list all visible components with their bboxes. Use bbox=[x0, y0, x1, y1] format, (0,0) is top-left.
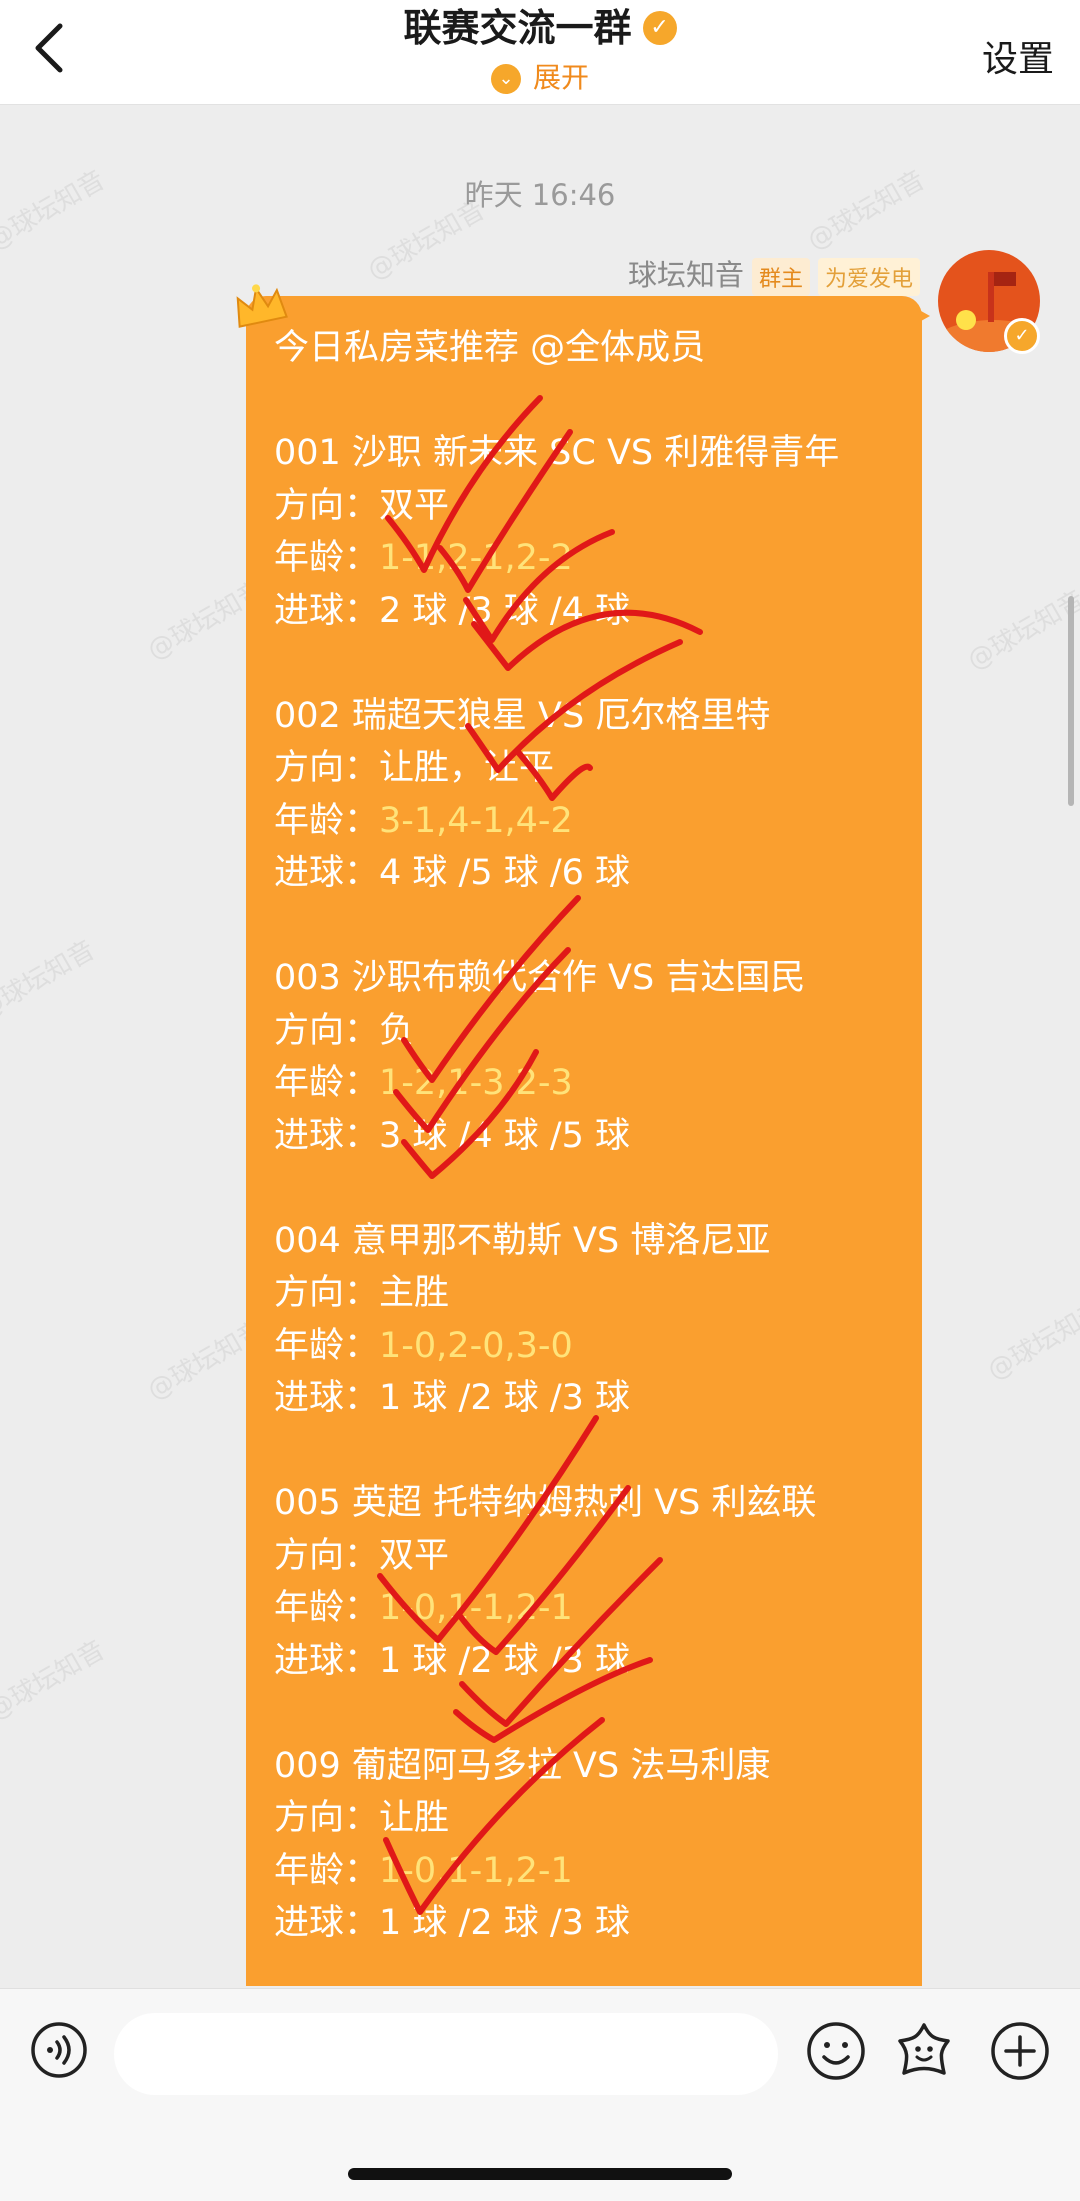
match-title: 003 沙职布赖代合作 VS 吉达国民 bbox=[274, 958, 806, 998]
field-label: 年龄： bbox=[274, 538, 380, 578]
field-label: 方向： bbox=[274, 1010, 380, 1051]
plus-icon[interactable] bbox=[990, 2021, 1050, 2081]
match-age: 年龄：3-1,4-1,4-2 bbox=[274, 795, 914, 848]
match-goals: 进球：3 球 /4 球 /5 球 bbox=[274, 1110, 914, 1163]
expand-label: 展开 bbox=[532, 61, 589, 94]
settings-button[interactable]: 设置 bbox=[982, 30, 1054, 82]
field-label: 进球： bbox=[274, 1903, 380, 1943]
match-direction: 方向：主胜 bbox=[274, 1267, 914, 1320]
field-label: 方向： bbox=[274, 1798, 380, 1838]
field-label: 进球： bbox=[274, 1640, 380, 1681]
page-title[interactable]: 联赛交流一群 bbox=[403, 4, 631, 52]
watermark: @球坛知音 bbox=[962, 585, 1080, 677]
match-age: 年龄：1-2,1-3,2-3 bbox=[274, 1057, 914, 1110]
field-value: 让胜 bbox=[379, 1798, 450, 1838]
field-value: 1-0,2-0,3-0 bbox=[379, 1325, 573, 1366]
match-title: 001 沙职 新未来 SC VS 利雅得青年 bbox=[274, 433, 840, 473]
field-value: 主胜 bbox=[379, 1273, 450, 1313]
match-goals: 进球：1 球 /2 球 /3 球 bbox=[274, 1372, 914, 1425]
power-badge: 为爱发电 bbox=[817, 258, 920, 296]
field-label: 进球： bbox=[274, 1378, 380, 1418]
field-value: 1-0,1-1,2-1 bbox=[379, 1588, 573, 1628]
field-value: 3 球 /4 球 /5 球 bbox=[379, 1115, 631, 1156]
field-label: 方向： bbox=[274, 1535, 380, 1576]
message-input[interactable] bbox=[114, 2013, 778, 2095]
avatar-ball bbox=[956, 310, 976, 330]
field-value: 2 球 /3 球 /4 球 bbox=[379, 590, 631, 631]
match-goals: 进球：1 球 /2 球 /3 球 bbox=[274, 1897, 914, 1950]
field-value: 双平 bbox=[379, 1535, 450, 1576]
field-value: 让胜，让平 bbox=[379, 748, 555, 788]
voice-icon[interactable] bbox=[30, 2021, 88, 2079]
avatar-flag bbox=[994, 272, 1016, 286]
field-value: 负 bbox=[379, 1010, 415, 1051]
sender-info: 球坛知音 群主 为爱发电 bbox=[628, 252, 920, 296]
title-wrap: 联赛交流一群 ✓ bbox=[0, 4, 1080, 52]
match-direction: 方向：双平 bbox=[274, 1530, 914, 1583]
match-goals: 进球：1 球 /2 球 /3 球 bbox=[274, 1635, 914, 1688]
field-value: 1-2,1-3,2-3 bbox=[379, 1063, 573, 1103]
scrollbar[interactable] bbox=[1068, 596, 1074, 806]
message-text: 今日私房菜推荐 @全体成员 001 沙职 新未来 SC VS 利雅得青年 方向：双… bbox=[274, 322, 914, 1950]
message-bubble[interactable]: 今日私房菜推荐 @全体成员 001 沙职 新未来 SC VS 利雅得青年 方向：双… bbox=[246, 296, 922, 1986]
field-value: 1 球 /2 球 /3 球 bbox=[379, 1903, 631, 1943]
field-value: 1 球 /2 球 /3 球 bbox=[379, 1378, 631, 1418]
match-title: 009 葡超阿马多拉 VS 法马利康 bbox=[274, 1745, 771, 1786]
field-label: 进球： bbox=[274, 1115, 380, 1156]
match-age: 年龄：1-0,2-0,3-0 bbox=[274, 1320, 914, 1373]
field-value: 双平 bbox=[379, 485, 450, 526]
field-label: 进球： bbox=[274, 853, 380, 893]
match-title: 004 意甲那不勒斯 VS 博洛尼亚 bbox=[274, 1220, 771, 1261]
match-title: 005 英超 托特纳姆热刺 VS 利兹联 bbox=[274, 1483, 817, 1523]
match-age: 年龄：1-1,2-1,2-2 bbox=[274, 532, 914, 585]
chat-header: 联赛交流一群 ✓ ⌄ 展开 设置 bbox=[0, 0, 1080, 105]
field-label: 年龄： bbox=[274, 800, 380, 841]
field-value: 1-0,1-1,2-1 bbox=[379, 1850, 573, 1891]
match-age: 年龄：1-0,1-1,2-1 bbox=[274, 1582, 914, 1635]
verified-icon: ✓ bbox=[642, 11, 677, 45]
sticker-icon[interactable] bbox=[894, 2021, 954, 2081]
field-label: 方向： bbox=[274, 1273, 380, 1313]
match-age: 年龄：1-0,1-1,2-1 bbox=[274, 1845, 914, 1898]
match-title: 002 瑞超天狼星 VS 厄尔格里特 bbox=[274, 695, 771, 736]
verified-icon: ✓ bbox=[1004, 318, 1040, 354]
match-direction: 方向：双平 bbox=[274, 480, 914, 533]
field-label: 年龄： bbox=[274, 1063, 380, 1103]
field-label: 年龄： bbox=[274, 1850, 380, 1891]
field-value: 1-1,2-1,2-2 bbox=[379, 538, 573, 578]
watermark: @球坛知音 bbox=[0, 1635, 111, 1727]
role-badge: 群主 bbox=[751, 258, 810, 296]
match-direction: 方向：让胜 bbox=[274, 1792, 914, 1845]
field-label: 年龄： bbox=[274, 1588, 380, 1628]
emoji-icon[interactable] bbox=[806, 2021, 866, 2081]
field-value: 4 球 /5 球 /6 球 bbox=[379, 853, 631, 893]
expand-icon: ⌄ bbox=[490, 64, 521, 94]
match-goals: 进球：4 球 /5 球 /6 球 bbox=[274, 847, 914, 900]
message-intro: 今日私房菜推荐 @全体成员 bbox=[274, 328, 706, 368]
sender-name[interactable]: 球坛知音 bbox=[628, 258, 744, 292]
message-timestamp: 昨天 16:46 bbox=[464, 178, 616, 212]
field-label: 方向： bbox=[274, 748, 380, 788]
expand-button[interactable]: ⌄ 展开 bbox=[0, 58, 1080, 98]
home-indicator bbox=[348, 2168, 732, 2180]
field-label: 进球： bbox=[274, 590, 380, 631]
field-label: 年龄： bbox=[274, 1325, 380, 1366]
watermark: @球坛知音 bbox=[982, 1295, 1080, 1387]
field-label: 方向： bbox=[274, 485, 380, 526]
field-value: 1 球 /2 球 /3 球 bbox=[379, 1640, 631, 1681]
watermark: @球坛知音 bbox=[0, 935, 101, 1027]
match-direction: 方向：负 bbox=[274, 1005, 914, 1058]
match-direction: 方向：让胜，让平 bbox=[274, 742, 914, 795]
match-goals: 进球：2 球 /3 球 /4 球 bbox=[274, 585, 914, 638]
field-value: 3-1,4-1,4-2 bbox=[379, 800, 573, 841]
crown-icon bbox=[236, 284, 288, 328]
match-list: 001 沙职 新未来 SC VS 利雅得青年 方向：双平 年龄：1-1,2-1,2-… bbox=[274, 375, 914, 1950]
